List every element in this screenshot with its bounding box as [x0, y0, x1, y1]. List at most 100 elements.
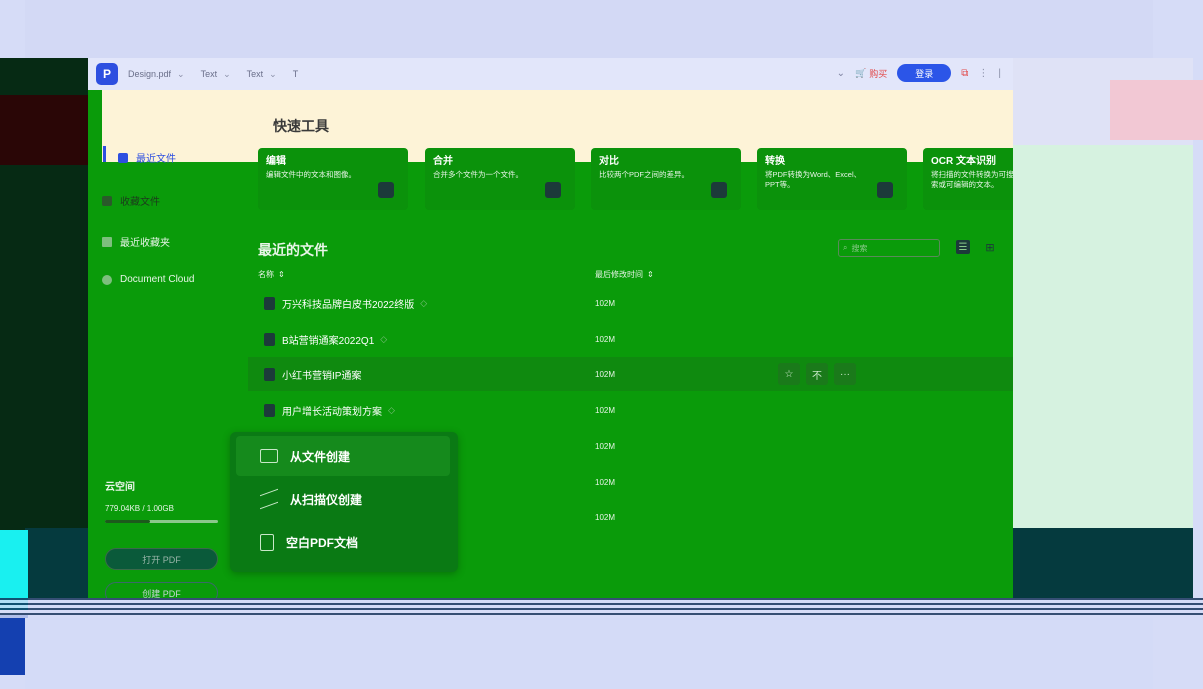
- file-name: 万兴科技品牌白皮书2022终版: [282, 299, 415, 311]
- login-button[interactable]: 登录: [897, 64, 952, 82]
- tab-label: Text: [246, 69, 264, 79]
- table-row[interactable]: 小红书营销IP通案 102M ☆ 不 ···: [248, 357, 1013, 391]
- tab-label: Text: [200, 69, 218, 79]
- sidebar-item-starred[interactable]: 收藏文件: [102, 193, 160, 208]
- active-indicator: [103, 146, 106, 162]
- table-row[interactable]: 万兴科技品牌白皮书2022终版 ◇ 102M: [248, 286, 1013, 320]
- blank-page-icon: [260, 533, 274, 551]
- tab-text-1[interactable]: Text ⌄: [201, 69, 237, 80]
- chevron-down-icon[interactable]: ⌄: [269, 69, 277, 80]
- cart-button[interactable]: 🛒 购买: [855, 67, 887, 80]
- file-size: 102M: [595, 369, 616, 379]
- column-header-modified[interactable]: 最后修改时间 ⇕: [595, 269, 654, 280]
- background-band: [25, 618, 1153, 689]
- cloud-icon: [102, 274, 112, 285]
- titlebar-actions: ⌄ 🛒 购买 登录 ⧉ ⋮ |: [837, 64, 1001, 82]
- file-size: 102M: [595, 298, 616, 308]
- tool-card-merge[interactable]: 合并 合并多个文件为一个文件。: [425, 148, 575, 210]
- menu-item-from-file[interactable]: 从文件创建: [236, 436, 450, 476]
- tool-name: OCR 文本识别: [931, 156, 996, 167]
- tool-card-convert[interactable]: 转换 将PDF转换为Word、Excel、PPT等。: [757, 148, 907, 210]
- file-name: 小红书营销IP通案: [282, 370, 362, 382]
- window-divider: |: [998, 67, 1001, 79]
- column-header-name[interactable]: 名称 ⇕: [258, 269, 285, 280]
- tool-desc: 将扫描的文件转换为可搜索或可编辑的文本。: [931, 170, 1013, 189]
- tool-desc: 编辑文件中的文本和图像。: [266, 170, 356, 179]
- more-icon[interactable]: ···: [834, 363, 856, 385]
- pdf-file-icon: [264, 403, 275, 417]
- menu-item-blank-pdf[interactable]: 空白PDF文档: [236, 522, 450, 562]
- sidebar-item-folders[interactable]: 最近收藏夹: [102, 234, 170, 249]
- cloud-icon: ◇: [420, 297, 428, 308]
- background-band: [25, 0, 1153, 60]
- tool-card-ocr[interactable]: OCR 文本识别 将扫描的文件转换为可搜索或可编辑的文本。: [923, 148, 1013, 210]
- open-pdf-button[interactable]: 打开 PDF: [105, 548, 218, 570]
- list-view-icon[interactable]: ☰: [956, 240, 970, 254]
- edit-icon: [378, 182, 394, 198]
- sort-icon: ⇕: [647, 270, 654, 279]
- sidebar: 最近文件 收藏文件 最近收藏夹 Document Cloud 云空间 779.0…: [88, 90, 233, 598]
- tool-card-edit[interactable]: 编辑 编辑文件中的文本和图像。: [258, 148, 408, 210]
- pdf-file-icon: [264, 296, 275, 310]
- convert-icon: [877, 182, 893, 198]
- file-name-cell: 万兴科技品牌白皮书2022终版 ◇: [282, 296, 427, 311]
- sort-icon: ⇕: [278, 270, 285, 279]
- cart-icon: 🛒: [855, 67, 867, 78]
- table-row[interactable]: 用户增长活动策划方案 ◇ 102M: [248, 393, 1013, 427]
- storage-usage: 779.04KB / 1.00GB: [105, 504, 174, 513]
- file-size: 102M: [595, 513, 616, 522]
- column-label: 最后修改时间: [595, 270, 643, 279]
- row-actions: ☆ 不 ···: [778, 363, 856, 385]
- create-pdf-menu: 从文件创建 从扫描仪创建 空白PDF文档: [230, 432, 458, 572]
- tool-desc: 将PDF转换为Word、Excel、PPT等。: [765, 170, 862, 189]
- tool-card-compare[interactable]: 对比 比较两个PDF之间的差异。: [591, 148, 741, 210]
- star-icon[interactable]: ☆: [778, 363, 800, 385]
- tab-text-2[interactable]: Text ⌄: [247, 69, 283, 80]
- file-size: 102M: [595, 442, 616, 451]
- tab-label: T: [292, 69, 299, 79]
- table-row[interactable]: B站营销通案2022Q1 ◇ 102M: [248, 322, 1013, 356]
- storage-title: 云空间: [105, 482, 135, 493]
- grid-view-icon[interactable]: ⊞: [983, 240, 997, 254]
- titlebar: P Design.pdf ⌄ Text ⌄ Text ⌄ T ⌄ 🛒 购买 登录…: [88, 58, 1013, 90]
- file-size: 102M: [595, 334, 616, 344]
- file-size: 102M: [595, 478, 616, 487]
- file-name-cell: 小红书营销IP通案: [282, 367, 361, 382]
- tool-desc: 合并多个文件为一个文件。: [433, 170, 523, 179]
- pin-icon[interactable]: 不: [806, 363, 828, 385]
- column-label: 名称: [258, 270, 274, 279]
- tool-desc: 比较两个PDF之间的差异。: [599, 170, 689, 179]
- cloud-icon: ◇: [388, 404, 395, 415]
- menu-item-label: 从文件创建: [290, 449, 351, 464]
- background-strip: [1013, 145, 1193, 545]
- chevron-down-icon[interactable]: ⌄: [837, 68, 845, 79]
- file-name: 用户增长活动策划方案: [282, 406, 382, 418]
- app-logo-icon[interactable]: P: [96, 63, 118, 85]
- chevron-down-icon[interactable]: ⌄: [223, 69, 231, 80]
- menu-item-label: 空白PDF文档: [286, 535, 359, 550]
- tool-name: 转换: [765, 156, 785, 167]
- scanner-icon: [260, 488, 278, 510]
- tab-file[interactable]: Design.pdf ⌄: [128, 69, 191, 80]
- sidebar-item-cloud[interactable]: Document Cloud: [102, 274, 194, 285]
- recent-files-title: 最近的文件: [258, 242, 328, 258]
- folder-icon: [260, 449, 278, 463]
- sidebar-item-recent[interactable]: 最近文件: [118, 150, 176, 165]
- background-lines: [0, 598, 1203, 618]
- menu-item-from-scanner[interactable]: 从扫描仪创建: [236, 479, 450, 519]
- app-window: P Design.pdf ⌄ Text ⌄ Text ⌄ T ⌄ 🛒 购买 登录…: [88, 58, 1013, 598]
- cloud-icon: ◇: [380, 333, 388, 344]
- chevron-down-icon[interactable]: ⌄: [177, 69, 185, 80]
- file-size: 102M: [595, 405, 616, 415]
- background-strip: [0, 615, 28, 675]
- file-name: B站营销通案2022Q1: [282, 335, 375, 347]
- recent-icon: [118, 152, 128, 163]
- cart-label: 购买: [869, 68, 888, 79]
- tab-text-3[interactable]: T: [293, 69, 299, 79]
- tool-name: 对比: [599, 156, 619, 167]
- search-input[interactable]: ⌕ 搜索: [838, 239, 940, 257]
- more-icon[interactable]: ⋮: [978, 68, 988, 79]
- create-pdf-button[interactable]: 创建 PDF: [105, 582, 218, 598]
- sidebar-item-label: 收藏文件: [120, 197, 160, 208]
- notification-icon[interactable]: ⧉: [961, 68, 968, 79]
